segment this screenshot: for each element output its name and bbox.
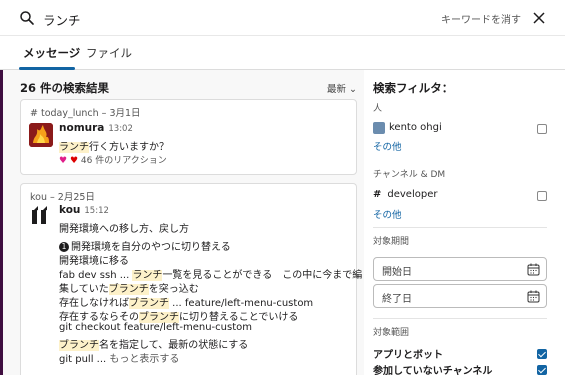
search-bar[interactable]: ランチ キーワードを消す [0, 0, 565, 36]
message-line: 集していたブランチを突っ込む [59, 280, 199, 295]
people-more-link[interactable]: その他 [373, 139, 402, 153]
avatar [373, 122, 385, 134]
channel-name: developer [387, 189, 438, 200]
result-tabs: メッセージ ファイル [0, 36, 565, 70]
scope-apps-bots-checkbox[interactable] [537, 349, 547, 359]
tab-files[interactable]: ファイル [86, 45, 132, 61]
divider [373, 318, 547, 319]
scope-unjoined-channels-checkbox[interactable] [537, 365, 547, 375]
message-line: 存在しなければブランチ ... feature/left-menu-custom [59, 294, 313, 309]
person-filter-checkbox[interactable] [537, 124, 547, 134]
search-result-message[interactable]: # today_lunch – 3月1日 nomura 13:02 ランチ行く方い… [20, 99, 357, 175]
calendar-icon [527, 290, 540, 303]
channel-label: チャンネル & DM [373, 170, 446, 180]
divider [373, 227, 547, 228]
message-line: ブランチ名を指定して、最新の状態にする [59, 336, 248, 351]
scope-label: 対象範囲 [373, 328, 410, 338]
scope-apps-bots-label: アプリとボット [373, 350, 443, 361]
number-one-icon: 1 [59, 242, 69, 252]
search-icon [20, 11, 34, 25]
highlighted-keyword: ランチ [59, 142, 89, 153]
channel-filter-checkbox[interactable] [537, 191, 547, 201]
start-date-field[interactable]: 開始日 [373, 257, 547, 281]
sort-label: 最新 [327, 84, 347, 95]
person-filter-label: kento ohgi [389, 122, 442, 133]
message-line: 1 開発環境を自分のやつに切り替える [59, 238, 231, 253]
close-icon[interactable] [530, 9, 548, 27]
channel-filter-label: # developer [373, 189, 437, 200]
red-heart-icon: ♥ [69, 156, 79, 166]
show-more-link[interactable]: もっと表示する [109, 354, 179, 365]
filter-title: 検索フィルタ： [373, 81, 454, 95]
scope-unjoined-channels-label: 参加していないチャンネル [373, 366, 493, 375]
message-text-rest: 行く方いますか？ [89, 142, 169, 153]
pink-heart-icon: ♥ [59, 156, 68, 166]
search-input[interactable]: ランチ [43, 10, 81, 29]
line-text: git pull ... [59, 354, 110, 365]
message-meta: # today_lunch – 3月1日 [30, 108, 141, 119]
message-line: 存在するならそのブランチに切り替えることでいける [59, 308, 298, 323]
author-name: nomura [59, 122, 105, 134]
results-count: 26 件の検索結果 [20, 81, 110, 95]
author-name: kou [59, 204, 81, 216]
message-line: git checkout feature/left-menu-custom [59, 322, 252, 333]
sidebar-edge [0, 70, 3, 375]
message-text: ランチ行く方いますか？ [59, 138, 169, 153]
calendar-icon [527, 263, 540, 276]
message-time: 13:02 [108, 124, 133, 134]
message-line: 開発環境への移し方、戻し方 [59, 224, 189, 235]
start-date-placeholder: 開始日 [382, 267, 412, 278]
message-time: 15:12 [84, 206, 109, 216]
avatar [29, 123, 53, 147]
message-line: 開発環境に移る [59, 256, 129, 267]
message-author: kou 15:12 [59, 204, 109, 216]
message-author: nomura 13:02 [59, 122, 133, 134]
end-date-placeholder: 終了日 [382, 294, 412, 305]
search-result-message[interactable]: kou – 2月25日 kou 15:12 開発環境への移し方、戻し方 1 開発環境… [20, 183, 362, 375]
message-line: git pull ... もっと表示する [59, 350, 179, 365]
message-line: fab dev ssh ... ランチ一覧を見ることができる この中に今まで編 [59, 266, 362, 281]
message-meta: kou – 2月25日 [30, 192, 95, 203]
sort-dropdown[interactable]: 最新 ⌄ [327, 81, 357, 95]
clear-keyword-button[interactable]: キーワードを消す [441, 11, 521, 26]
chevron-down-icon: ⌄ [349, 84, 358, 95]
reaction-count: 46 件のリアクション [80, 156, 167, 166]
end-date-field[interactable]: 終了日 [373, 284, 547, 308]
people-label: 人 [373, 104, 383, 114]
tab-messages[interactable]: メッセージ [23, 45, 80, 61]
avatar [29, 204, 53, 228]
reaction-summary[interactable]: ♥ ♥ 46 件のリアクション [59, 153, 167, 166]
channel-more-link[interactable]: その他 [373, 207, 402, 221]
hash-icon: # [373, 189, 382, 200]
period-label: 対象期間 [373, 237, 410, 247]
